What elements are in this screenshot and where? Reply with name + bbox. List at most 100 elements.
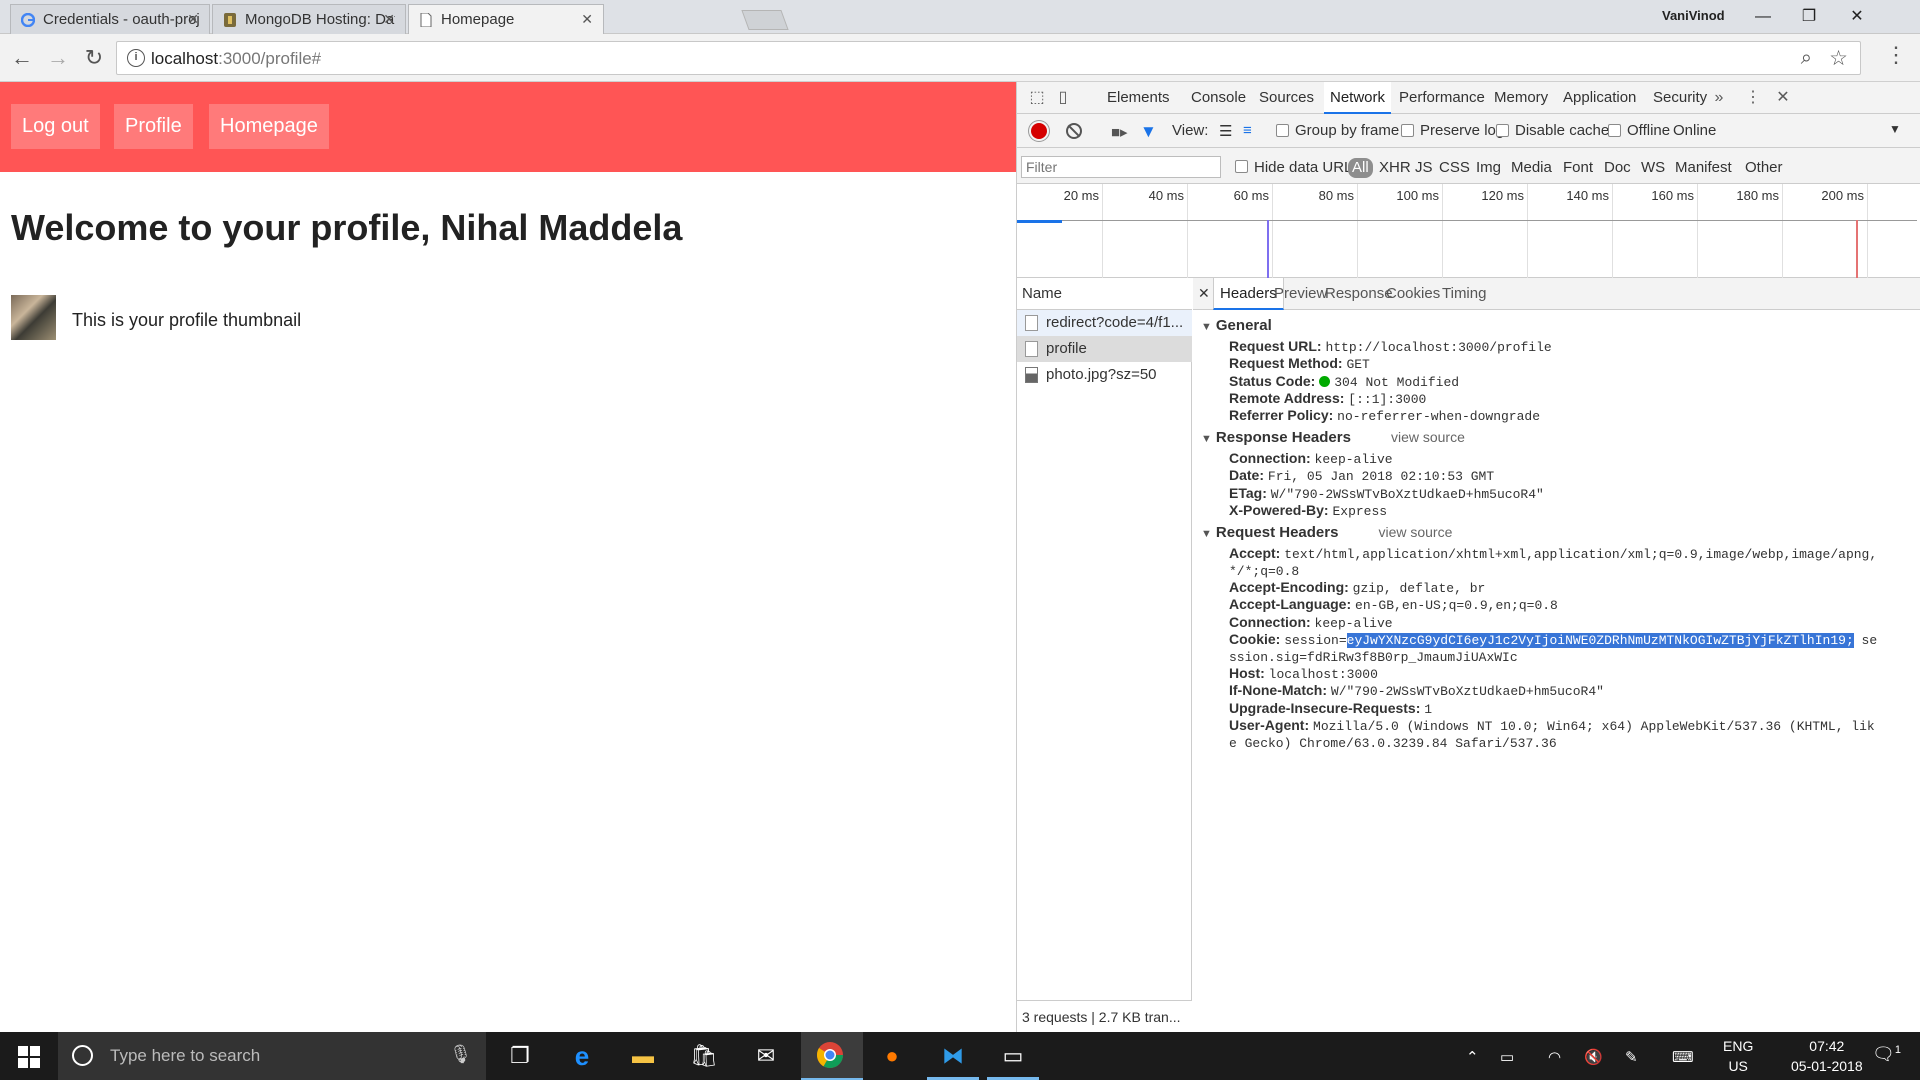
- record-icon[interactable]: [1031, 123, 1047, 139]
- network-overview-timeline[interactable]: 20 ms 40 ms 60 ms 80 ms 100 ms 120 ms 14…: [1017, 184, 1920, 278]
- tab-performance[interactable]: Performance: [1393, 82, 1491, 114]
- mail-icon[interactable]: ✉: [750, 1041, 782, 1071]
- tab-timing[interactable]: Timing: [1436, 278, 1492, 310]
- view-source-link[interactable]: view source: [1391, 429, 1465, 445]
- throttling-select[interactable]: Online: [1673, 122, 1716, 139]
- request-row[interactable]: profile: [1017, 336, 1192, 362]
- url-text[interactable]: localhost:3000/profile#: [151, 49, 321, 69]
- name-column-header[interactable]: Name: [1017, 278, 1192, 310]
- tab-network[interactable]: Network: [1324, 82, 1392, 114]
- battery-icon[interactable]: ▭: [1500, 1048, 1514, 1066]
- zoom-icon[interactable]: ⌕: [1801, 47, 1812, 70]
- tab-elements[interactable]: Elements: [1101, 82, 1176, 114]
- request-headers-section-toggle[interactable]: ▼ Request Headers view source: [1201, 524, 1452, 541]
- offline-checkbox[interactable]: [1608, 124, 1621, 137]
- firefox-icon[interactable]: ●: [876, 1041, 908, 1071]
- volume-mute-icon[interactable]: 🔇: [1584, 1048, 1603, 1066]
- minimize-icon[interactable]: —: [1740, 4, 1786, 30]
- view-source-link[interactable]: view source: [1378, 524, 1452, 540]
- restore-icon[interactable]: ❐: [1786, 4, 1832, 30]
- taskbar-search[interactable]: Type here to search 🎙: [58, 1032, 486, 1080]
- chevron-down-icon[interactable]: ▼: [1889, 122, 1901, 136]
- forward-icon[interactable]: →: [44, 44, 72, 72]
- general-section-toggle[interactable]: ▼ General: [1201, 317, 1272, 334]
- reload-icon[interactable]: ↻: [80, 44, 108, 72]
- preserve-log-checkbox[interactable]: [1401, 124, 1414, 137]
- filter-type-img[interactable]: Img: [1476, 158, 1501, 178]
- request-row[interactable]: redirect?code=4/f1...: [1017, 310, 1192, 336]
- profile-name[interactable]: VaniVinod: [1662, 8, 1725, 23]
- filter-type-ws[interactable]: WS: [1641, 158, 1665, 178]
- browser-tab-homepage[interactable]: Homepage ✕: [408, 4, 604, 34]
- language-indicator[interactable]: ENG US: [1723, 1036, 1753, 1076]
- wifi-icon[interactable]: ◠: [1548, 1048, 1561, 1066]
- screenshot-icon[interactable]: ■▸: [1111, 123, 1128, 141]
- filter-input[interactable]: [1021, 156, 1221, 178]
- browser-tab-credentials[interactable]: Credentials - oauth-proje ✕: [10, 4, 210, 34]
- new-tab-button[interactable]: [741, 10, 789, 30]
- pen-icon[interactable]: ✎: [1625, 1048, 1638, 1066]
- window-close-icon[interactable]: ✕: [1834, 4, 1880, 30]
- filter-type-css[interactable]: CSS: [1439, 158, 1470, 178]
- bookmark-star-icon[interactable]: ☆: [1829, 46, 1848, 71]
- file-explorer-icon[interactable]: ▬: [627, 1041, 659, 1071]
- filter-type-media[interactable]: Media: [1511, 158, 1552, 178]
- store-icon[interactable]: 🛍: [688, 1041, 720, 1071]
- close-icon[interactable]: ✕: [1198, 285, 1210, 302]
- filter-type-all[interactable]: All: [1348, 158, 1373, 178]
- cortana-icon: [72, 1045, 93, 1066]
- vscode-icon[interactable]: ⧓: [937, 1041, 969, 1071]
- filter-icon[interactable]: ▼: [1140, 122, 1157, 142]
- disable-cache-checkbox[interactable]: [1496, 124, 1509, 137]
- filter-type-font[interactable]: Font: [1563, 158, 1593, 178]
- timeline-gridline: [1527, 184, 1528, 278]
- device-toolbar-icon[interactable]: ▯: [1053, 88, 1073, 108]
- clear-icon[interactable]: [1066, 123, 1082, 139]
- logout-link[interactable]: Log out: [11, 104, 100, 149]
- filter-type-xhr[interactable]: XHR: [1379, 158, 1411, 178]
- devtools-menu-icon[interactable]: ⋮: [1743, 88, 1763, 108]
- windows-start-icon[interactable]: [18, 1046, 40, 1068]
- hide-data-urls-checkbox[interactable]: [1235, 160, 1248, 173]
- group-by-frame-label: Group by frame: [1295, 122, 1400, 139]
- request-row[interactable]: photo.jpg?sz=50: [1017, 362, 1192, 388]
- info-icon[interactable]: i: [127, 49, 145, 67]
- details-tab-strip: ✕ Headers Preview Response Cookies Timin…: [1193, 278, 1920, 310]
- clock[interactable]: 07:42 05-01-2018: [1791, 1036, 1863, 1076]
- terminal-icon[interactable]: ▭: [997, 1041, 1029, 1071]
- tab-memory[interactable]: Memory: [1488, 82, 1554, 114]
- microphone-icon[interactable]: 🎙: [449, 1044, 472, 1065]
- homepage-link[interactable]: Homepage: [209, 104, 329, 149]
- tab-application[interactable]: Application: [1557, 82, 1642, 114]
- filter-type-js[interactable]: JS: [1415, 158, 1433, 178]
- response-headers-section-toggle[interactable]: ▼ Response Headers view source: [1201, 429, 1465, 446]
- waterfall-icon[interactable]: ≡: [1243, 122, 1252, 139]
- tab-security[interactable]: Security: [1647, 82, 1713, 114]
- timeline-label: 160 ms: [1651, 188, 1694, 203]
- chrome-menu-icon[interactable]: ⋮: [1885, 42, 1907, 68]
- filter-type-other[interactable]: Other: [1745, 158, 1783, 178]
- chrome-icon[interactable]: [814, 1041, 846, 1071]
- keyboard-icon[interactable]: ⌨: [1672, 1048, 1694, 1066]
- devtools-panel: ⬚ ▯ Elements Console Sources Network Per…: [1016, 82, 1920, 1032]
- back-icon[interactable]: ←: [8, 44, 36, 72]
- close-icon[interactable]: ✕: [383, 11, 395, 28]
- filter-type-manifest[interactable]: Manifest: [1675, 158, 1732, 178]
- tab-sources[interactable]: Sources: [1253, 82, 1320, 114]
- more-tabs-icon[interactable]: »: [1709, 88, 1729, 108]
- notifications-icon[interactable]: 🗨1: [1872, 1044, 1901, 1065]
- tab-console[interactable]: Console: [1185, 82, 1252, 114]
- chevron-up-icon[interactable]: ⌃: [1466, 1048, 1479, 1066]
- inspect-element-icon[interactable]: ⬚: [1027, 88, 1047, 108]
- browser-tab-mongodb[interactable]: MongoDB Hosting: Datal ✕: [212, 4, 406, 34]
- omnibox[interactable]: i localhost:3000/profile# ⌕ ☆: [116, 41, 1861, 75]
- edge-icon[interactable]: e: [566, 1041, 598, 1071]
- close-icon[interactable]: ✕: [187, 11, 199, 28]
- task-view-icon[interactable]: ❐: [504, 1041, 536, 1071]
- profile-link[interactable]: Profile: [114, 104, 193, 149]
- filter-type-doc[interactable]: Doc: [1604, 158, 1631, 178]
- close-icon[interactable]: ✕: [581, 11, 593, 28]
- group-by-frame-checkbox[interactable]: [1276, 124, 1289, 137]
- large-rows-icon[interactable]: ☰: [1219, 122, 1232, 140]
- devtools-close-icon[interactable]: ✕: [1773, 88, 1793, 108]
